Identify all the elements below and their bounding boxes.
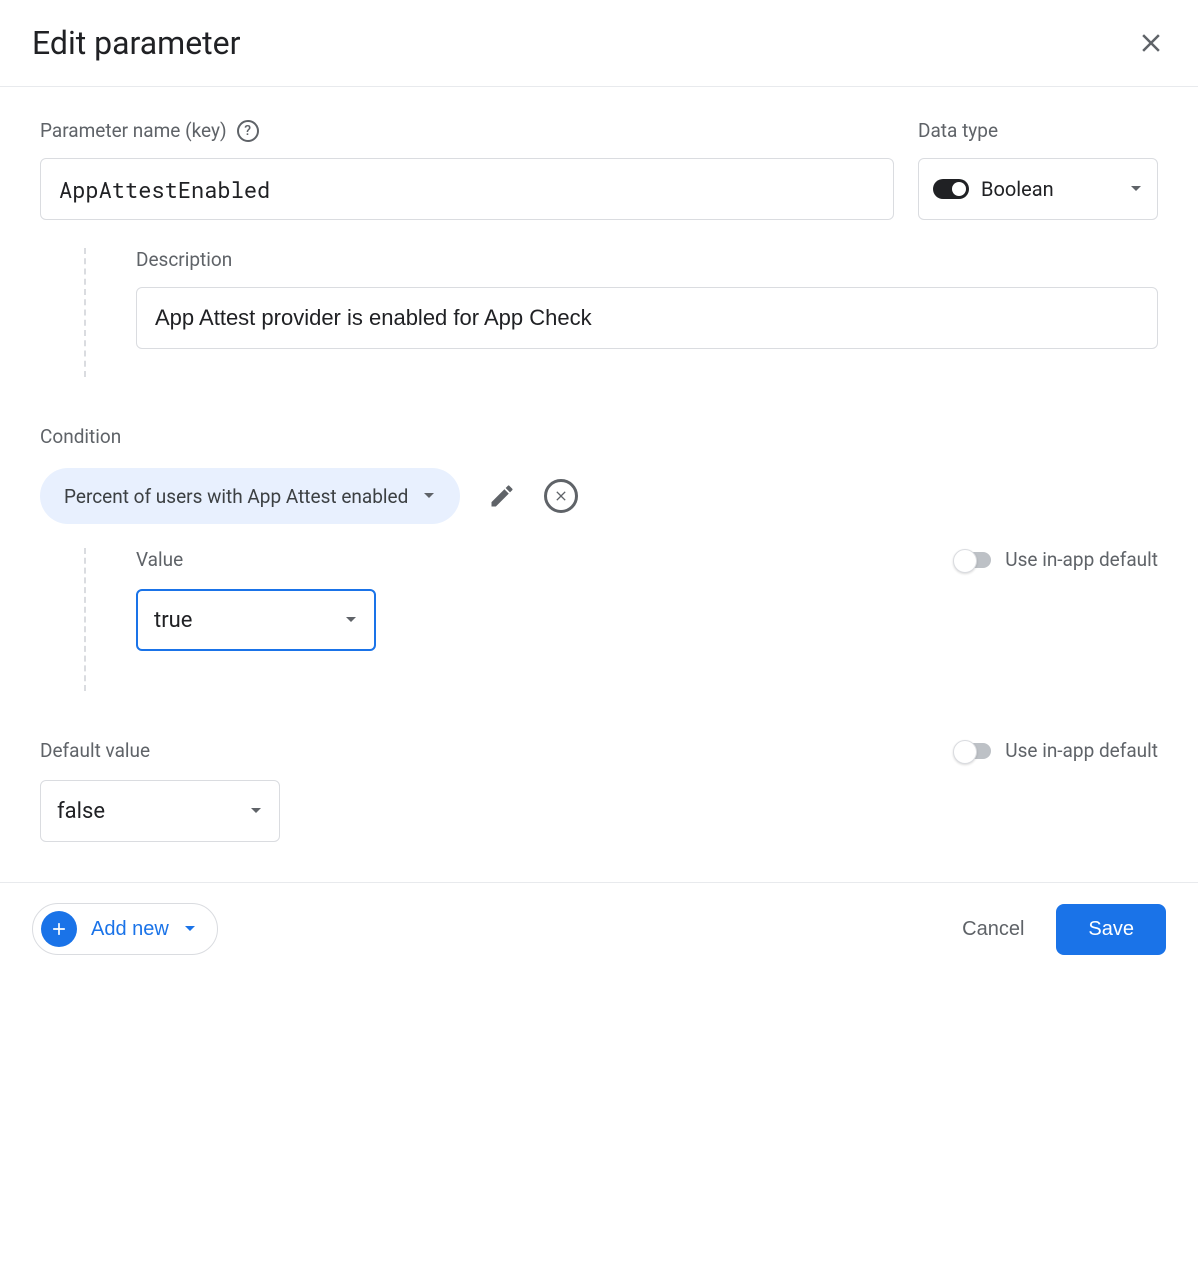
param-name-input[interactable]	[40, 158, 894, 220]
boolean-icon	[933, 179, 969, 199]
condition-chip[interactable]: Percent of users with App Attest enabled	[40, 468, 460, 524]
close-icon[interactable]	[1136, 28, 1166, 58]
toggle-off-icon	[955, 743, 991, 759]
chevron-down-icon	[1129, 185, 1143, 193]
remove-icon[interactable]	[544, 479, 578, 513]
default-value-select[interactable]: false	[40, 780, 280, 842]
dialog-header: Edit parameter	[0, 0, 1198, 87]
cancel-button[interactable]: Cancel	[962, 918, 1024, 941]
dialog-title: Edit parameter	[32, 24, 240, 62]
chevron-down-icon	[183, 925, 197, 933]
chevron-down-icon	[249, 807, 263, 815]
description-label: Description	[136, 248, 1158, 271]
dialog-content: Parameter name (key) ? Data type Boolean…	[0, 87, 1198, 882]
edit-icon[interactable]	[488, 482, 516, 510]
param-name-label: Parameter name (key) ?	[40, 119, 894, 142]
add-new-button[interactable]: Add new	[32, 903, 218, 955]
condition-section-label: Condition	[40, 425, 1158, 448]
datatype-label: Data type	[918, 119, 1158, 142]
datatype-select[interactable]: Boolean	[918, 158, 1158, 220]
tree-line	[84, 248, 86, 377]
tree-line	[84, 548, 86, 691]
chevron-down-icon	[344, 616, 358, 624]
condition-inapp-toggle[interactable]: Use in-app default	[955, 548, 1158, 571]
default-inapp-toggle[interactable]: Use in-app default	[955, 739, 1158, 762]
help-icon[interactable]: ?	[237, 120, 259, 142]
condition-value-select[interactable]: true	[136, 589, 376, 651]
dialog-footer: Add new Cancel Save	[0, 882, 1198, 975]
toggle-off-icon	[955, 552, 991, 568]
description-input[interactable]	[136, 287, 1158, 349]
default-value-label: Default value	[40, 739, 280, 762]
chevron-down-icon	[422, 492, 436, 500]
save-button[interactable]: Save	[1056, 904, 1166, 955]
value-label: Value	[136, 548, 376, 571]
plus-icon	[41, 911, 77, 947]
